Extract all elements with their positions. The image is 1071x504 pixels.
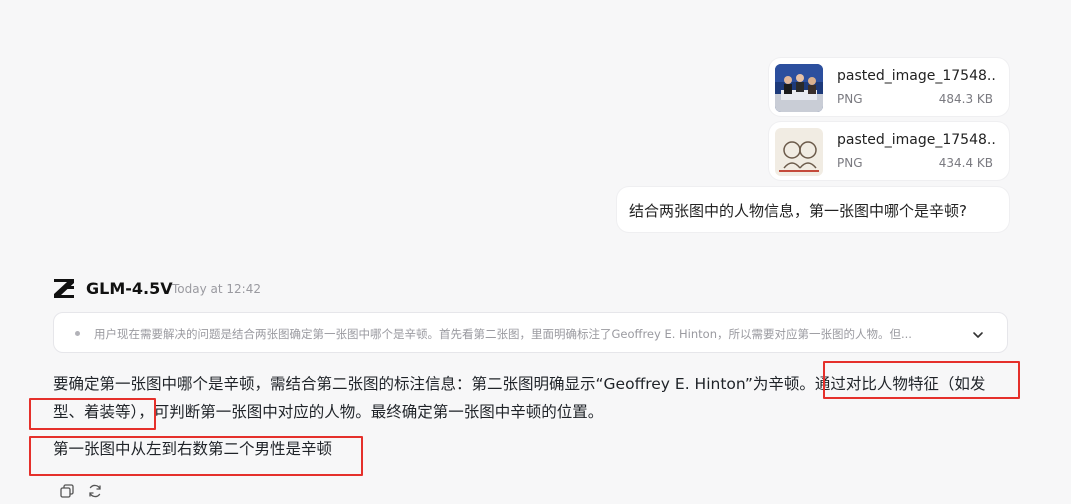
highlight-box (29, 436, 363, 476)
highlight-box (29, 398, 156, 430)
user-message-bubble: 结合两张图中的人物信息，第一张图中哪个是辛顿? (617, 187, 1009, 232)
thinking-panel[interactable]: 用户现在需要解决的问题是结合两张图确定第一张图中哪个是辛顿。首先看第二张图，里面… (53, 312, 1008, 353)
bullet-icon (75, 331, 80, 336)
attachment-filesize: 484.3 KB (938, 92, 993, 106)
regenerate-icon[interactable] (87, 483, 103, 499)
glm-logo-icon (52, 276, 76, 300)
highlight-box (823, 361, 1020, 399)
attachment-filename: pasted_image_17548... (837, 68, 997, 84)
message-timestamp: Today at 12:42 (172, 282, 261, 296)
attachment-filetype: PNG (837, 156, 863, 170)
chevron-down-icon[interactable] (971, 327, 985, 341)
thinking-text: 用户现在需要解决的问题是结合两张图确定第一张图中哪个是辛顿。首先看第二张图，里面… (94, 327, 912, 341)
attachment-card[interactable]: pasted_image_17548... PNG 484.3 KB (769, 58, 1009, 116)
attachment-filetype: PNG (837, 92, 863, 106)
copy-icon[interactable] (59, 483, 75, 499)
attachment-card[interactable]: pasted_image_17548... PNG 434.4 KB (769, 122, 1009, 180)
photo-thumbnail-icon (775, 64, 823, 112)
model-name: GLM-4.5V (86, 279, 173, 298)
attachment-filesize: 434.4 KB (938, 156, 993, 170)
attachment-filename: pasted_image_17548... (837, 132, 997, 148)
portrait-sketch-thumbnail-icon (775, 128, 823, 176)
